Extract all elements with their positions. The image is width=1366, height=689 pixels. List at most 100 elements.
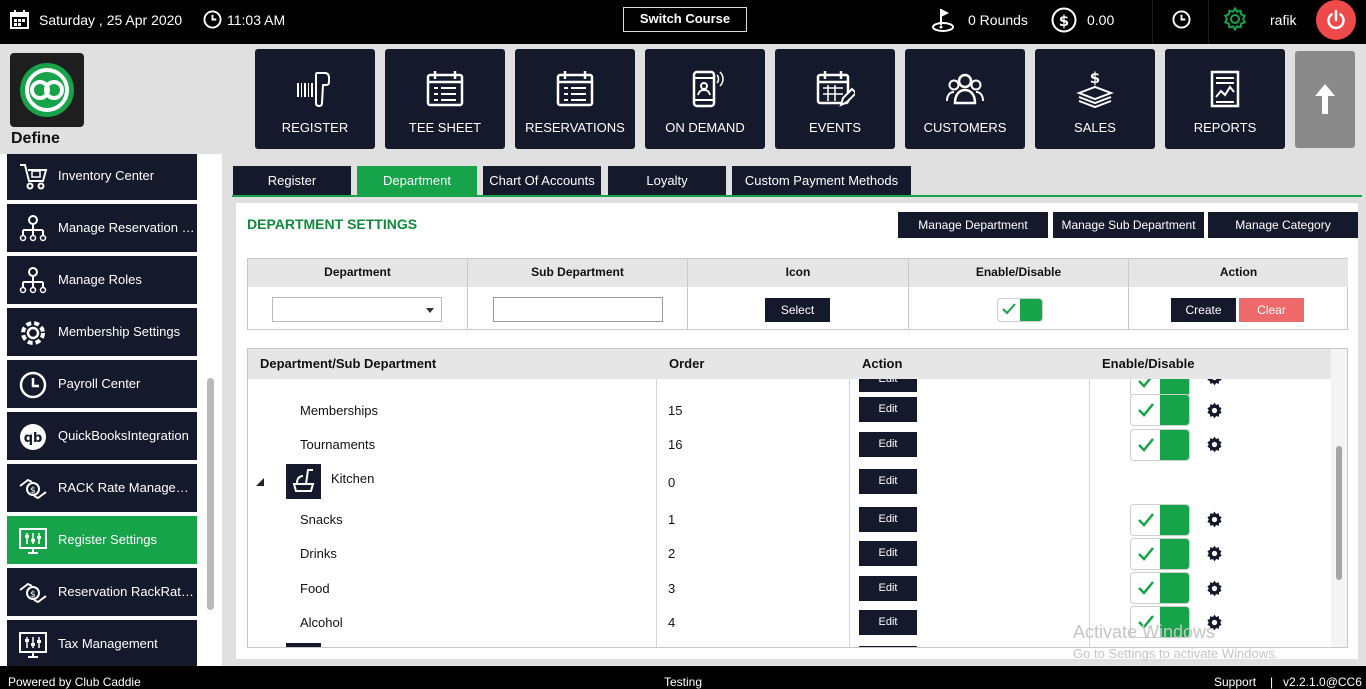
sidebar-item-payroll-center[interactable]: Payroll Center — [7, 360, 197, 408]
current-date: Saturday , 25 Apr 2020 — [39, 12, 183, 28]
grid-header: Department/Sub Department Order Action E… — [248, 349, 1331, 379]
gear-icon — [18, 318, 48, 348]
form-header-enable: Enable/Disable — [909, 259, 1129, 287]
tab-underline — [232, 195, 1362, 197]
form-header-sub-department: Sub Department — [468, 259, 688, 287]
switch-course-button[interactable]: Switch Course — [623, 7, 747, 32]
row-settings-gear-icon[interactable] — [1206, 511, 1223, 528]
form-enable-toggle[interactable] — [998, 299, 1042, 321]
sliders-monitor-icon — [18, 630, 48, 660]
manage-department-button[interactable]: Manage Department — [898, 212, 1048, 238]
create-button[interactable]: Create — [1171, 298, 1236, 322]
row-settings-gear-icon[interactable] — [1206, 580, 1223, 597]
row-settings-gear-icon[interactable] — [1206, 545, 1223, 562]
top-bar: Saturday , 25 Apr 2020 11:03 AM Switch C… — [0, 0, 1366, 44]
nav-tee-sheet[interactable]: TEE SHEET — [385, 49, 505, 149]
history-clock-icon[interactable] — [1172, 10, 1191, 29]
sidebar-item-manage-roles[interactable]: Manage Roles — [7, 256, 197, 304]
check-icon — [1002, 303, 1016, 315]
collapse-caret-icon[interactable] — [256, 478, 264, 486]
nav-on-demand[interactable]: ON DEMAND — [645, 49, 765, 149]
tab-loyalty[interactable]: Loyalty — [608, 166, 726, 196]
form-header-action: Action — [1129, 259, 1348, 287]
row-settings-gear-icon[interactable] — [1206, 436, 1223, 453]
manage-category-button[interactable]: Manage Category — [1208, 212, 1358, 238]
org-chart-icon — [18, 214, 48, 244]
grid-scrollbar[interactable] — [1336, 446, 1342, 580]
food-drink-icon — [286, 464, 321, 499]
nav-label: REPORTS — [1193, 120, 1257, 135]
sidebar-item-manage-reservation[interactable]: Manage Reservation R... — [7, 204, 197, 252]
edit-button-partial[interactable] — [859, 646, 917, 647]
sidebar-item-label: Tax Management — [58, 636, 158, 651]
sidebar-item-label: Payroll Center — [58, 376, 141, 391]
sub-department-input[interactable] — [493, 297, 663, 322]
nav-reports[interactable]: REPORTS — [1165, 49, 1285, 149]
sidebar-scrollbar[interactable] — [207, 378, 214, 610]
tab-custom-payment-methods[interactable]: Custom Payment Methods — [732, 166, 911, 196]
edit-button[interactable]: Edit — [859, 432, 917, 457]
row-enable-toggle[interactable] — [1131, 505, 1189, 535]
sidebar-item-register-settings[interactable]: Register Settings — [7, 516, 197, 564]
row-name: Drinks — [300, 546, 337, 561]
sidebar-item-membership-settings[interactable]: Membership Settings — [7, 308, 197, 356]
sidebar-item-label: RACK Rate Manageme... — [58, 480, 196, 495]
check-icon — [1137, 437, 1155, 453]
scroll-up-button[interactable] — [1295, 51, 1355, 148]
row-enable-toggle[interactable] — [1131, 573, 1189, 603]
sidebar-item-quickbooks[interactable]: qb QuickBooksIntegration — [7, 412, 197, 460]
row-name: Memberships — [300, 403, 379, 418]
power-button[interactable] — [1316, 0, 1356, 40]
department-grid: Lessons 14 Edit Department/Sub Departmen… — [247, 348, 1348, 648]
nav-events[interactable]: EVENTS — [775, 49, 895, 149]
department-select[interactable] — [272, 297, 442, 322]
nav-sales[interactable]: $ SALES — [1035, 49, 1155, 149]
row-order: 15 — [668, 403, 683, 418]
grid-header-order: Order — [669, 356, 705, 371]
nav-reservations[interactable]: RESERVATIONS — [515, 49, 635, 149]
row-enable-toggle[interactable] — [1131, 430, 1189, 460]
tab-chart-of-accounts[interactable]: Chart Of Accounts — [483, 166, 601, 196]
edit-button[interactable]: Edit — [859, 541, 917, 566]
nav-register[interactable]: REGISTER — [255, 49, 375, 149]
edit-button[interactable]: Edit — [859, 610, 917, 635]
row-order: 4 — [668, 615, 676, 630]
department-icon — [286, 643, 321, 647]
edit-button[interactable]: Edit — [859, 397, 917, 422]
edit-button[interactable]: Edit — [859, 469, 917, 494]
sidebar-item-inventory-center[interactable]: Inventory Center — [7, 154, 197, 200]
sidebar-item-label: QuickBooksIntegration — [58, 428, 189, 443]
app-logo — [10, 53, 84, 127]
current-time: 11:03 AM — [227, 12, 286, 28]
tab-department[interactable]: Department — [357, 166, 477, 196]
edit-button[interactable]: Edit — [859, 507, 917, 532]
edit-button[interactable]: Edit — [859, 576, 917, 601]
svg-text:$: $ — [30, 590, 36, 600]
form-header-department: Department — [248, 259, 468, 287]
row-order: 16 — [668, 437, 683, 452]
clock-icon — [203, 10, 222, 29]
svg-text:$: $ — [1059, 12, 1069, 30]
nav-customers[interactable]: CUSTOMERS — [905, 49, 1025, 149]
row-enable-toggle[interactable] — [1131, 539, 1189, 569]
money-hand-icon: $ — [18, 474, 48, 504]
user-name: rafik — [1270, 12, 1297, 28]
icon-select-button[interactable]: Select — [765, 298, 830, 322]
row-settings-gear-icon[interactable] — [1206, 402, 1223, 419]
sidebar-item-reservation-rackrate[interactable]: $ Reservation RackRate... — [7, 568, 197, 616]
support-link[interactable]: Support — [1214, 675, 1256, 689]
caret-down-icon — [426, 308, 434, 313]
sidebar-item-rack-rate[interactable]: $ RACK Rate Manageme... — [7, 464, 197, 512]
check-icon — [1137, 402, 1155, 418]
check-icon — [1137, 580, 1155, 596]
clear-button[interactable]: Clear — [1239, 298, 1304, 322]
settings-gear-icon[interactable] — [1222, 6, 1248, 32]
powered-by: Powered by Club Caddie — [8, 675, 141, 689]
sidebar-item-tax-management[interactable]: Tax Management — [7, 620, 197, 666]
tab-register[interactable]: Register — [233, 166, 351, 196]
environment-label: Testing — [664, 675, 703, 689]
manage-sub-department-button[interactable]: Manage Sub Department — [1053, 212, 1204, 238]
row-enable-toggle[interactable] — [1131, 395, 1189, 425]
org-chart-icon — [18, 266, 48, 296]
dollar-icon: $ — [1051, 7, 1077, 33]
